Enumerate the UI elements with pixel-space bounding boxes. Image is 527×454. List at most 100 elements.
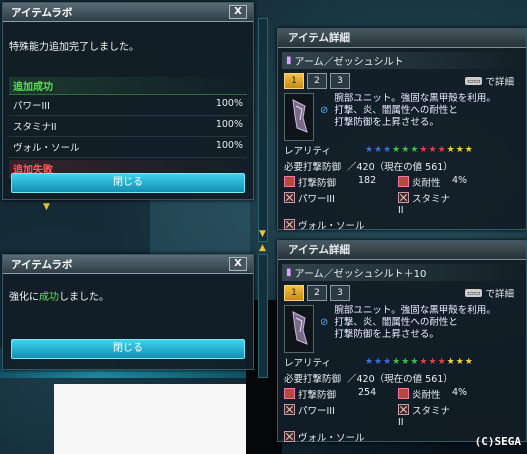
result-message: 特殊能力追加完了しました。 (9, 42, 139, 53)
item-lab-result-panel: アイテムラボ X 特殊能力追加完了しました。 追加成功 パワーIII 100% … (2, 2, 254, 200)
ability-icon (284, 431, 295, 442)
keyboard-key-icon: ▭▭ (465, 289, 483, 297)
close-button[interactable]: 閉じる (11, 339, 245, 359)
tab-2[interactable]: 2 (307, 285, 327, 301)
rarity-row: レアリティ ★ ★ ★ ★ ★ ★ ★ ★ ★ ★ ★ ★ (284, 355, 520, 369)
ability-icon (284, 219, 295, 230)
scroll-down-arrow-icon[interactable]: ▼ (43, 203, 50, 212)
rarity-star-icon: ★ (401, 145, 410, 155)
rarity-stars: ★ ★ ★ ★ ★ ★ ★ ★ ★ ★ ★ ★ (365, 145, 473, 155)
tab-1[interactable]: 1 (284, 285, 304, 301)
requirement-row: 必要打撃防御 ／420（現在の値 561） (284, 371, 520, 385)
ability-label: スタミナII (398, 192, 451, 216)
detail-link[interactable]: ▭▭ で詳細 (465, 286, 514, 300)
message-post: しました。 (59, 292, 109, 303)
ability-name: パワーIII (13, 101, 50, 112)
item-lab-grind-panel: アイテムラボ X 強化に成功しました。 閉じる (2, 254, 254, 370)
success-header: 追加成功 (9, 77, 247, 95)
ability-icon (284, 404, 295, 415)
tab-2[interactable]: 2 (307, 73, 327, 89)
close-button[interactable]: 閉じる (11, 173, 245, 193)
rarity-star-icon: ★ (455, 145, 464, 155)
item-name-row: ▮ アーム／ゼッシュシルト＋10 (282, 264, 522, 281)
list-item: パワーIII 100% (9, 95, 247, 116)
rarity-label: レアリティ (284, 358, 331, 369)
scrollbar-left-2[interactable] (258, 254, 268, 378)
stat-value: 4% (452, 387, 468, 398)
detail-tabs: 1 2 3 ▭▭ で詳細 (284, 285, 520, 301)
rarity-row: レアリティ ★ ★ ★ ★ ★ ★ ★ ★ ★ ★ ★ ★ (284, 143, 520, 157)
item-name: アーム／ゼッシュシルト＋10 (294, 269, 427, 280)
rarity-star-icon: ★ (437, 145, 446, 155)
ability-name: ヴォル・ソール (13, 143, 80, 154)
unit-type-icon: ⊘ (320, 317, 329, 328)
strike-defense-icon (284, 388, 295, 399)
unit-type-icon: ⊘ (320, 105, 329, 116)
panel-title: アイテムラボ (11, 258, 73, 271)
detail-link-label: で詳細 (485, 77, 514, 88)
item-detail-panel: アイテム詳細 ▮ アーム／ゼッシュシルト 1 2 3 ▭▭ で詳細 ⊘ 腕部ユニ… (277, 28, 527, 232)
panel-titlebar: アイテムラボ X (3, 255, 253, 274)
stat-value (358, 191, 398, 216)
scrollbar-left-1[interactable] (258, 18, 268, 242)
keyboard-key-icon: ▭▭ (465, 77, 483, 85)
ability-rate: 100% (215, 98, 243, 109)
rarity-star-icon: ★ (428, 145, 437, 155)
detail-link-label: で詳細 (485, 289, 514, 300)
detail-tabs: 1 2 3 ▭▭ で詳細 (284, 73, 520, 89)
tab-3[interactable]: 3 (330, 285, 350, 301)
rarity-star-icon: ★ (383, 145, 392, 155)
message-pre: 強化に (9, 292, 39, 303)
detail-header: アイテム詳細 (278, 29, 526, 48)
rarity-star-icon: ★ (364, 357, 374, 367)
stat-value: 182 (358, 175, 377, 186)
strike-defense-icon (284, 176, 295, 187)
description-line: 打撃、炎、闇属性への耐性と (334, 105, 458, 116)
rarity-star-icon: ★ (392, 145, 401, 155)
description-line: 腕部ユニット。強固な黒甲殻を利用。 (334, 305, 496, 316)
rarity-star-icon: ★ (410, 357, 419, 367)
list-item: ヴォル・ソール 100% (9, 137, 247, 158)
rarity-star-icon: ★ (374, 357, 383, 367)
ability-label: ヴォル・ソール (284, 430, 398, 444)
ability-rate: 100% (215, 140, 243, 151)
requirement-row: 必要打撃防御 ／420（現在の値 561） (284, 159, 520, 173)
scroll-down-arrow-icon-2[interactable]: ▼ (259, 230, 266, 239)
rarity-label: レアリティ (284, 146, 331, 157)
rarity-star-icon: ★ (437, 357, 446, 367)
rarity-star-icon: ★ (446, 357, 455, 367)
fire-resist-icon (398, 176, 409, 187)
item-description: 腕部ユニット。強固な黒甲殻を利用。 打撃、炎、闇属性への耐性と 打撃防御を上昇さ… (334, 93, 495, 141)
ability-icon (284, 192, 295, 203)
scroll-up-arrow-icon-2[interactable]: ▲ (259, 244, 266, 253)
rarity-star-icon: ★ (374, 145, 383, 155)
stat-label: 打撃防御 (284, 387, 358, 401)
detail-link[interactable]: ▭▭ で詳細 (465, 74, 514, 88)
list-item: スタミナII 100% (9, 116, 247, 137)
description-line: 打撃防御を上昇させる。 (334, 329, 439, 340)
message-highlight: 成功 (39, 292, 59, 303)
item-detail-panel-grinded: アイテム詳細 ▮ アーム／ゼッシュシルト＋10 1 2 3 ▭▭ で詳細 ⊘ 腕… (277, 240, 527, 444)
close-icon[interactable]: X (229, 5, 247, 19)
ability-label: スタミナII (398, 404, 451, 428)
description-line: 打撃、炎、闇属性への耐性と (334, 317, 458, 328)
requirement-value: ／420（現在の値 561） (347, 162, 453, 173)
requirement-label: 必要打撃防御 (284, 374, 342, 385)
requirement-value: ／420（現在の値 561） (347, 374, 453, 385)
tab-3[interactable]: 3 (330, 73, 350, 89)
rarity-star-icon: ★ (419, 357, 428, 367)
stat-value (452, 403, 492, 428)
tab-1[interactable]: 1 (284, 73, 304, 89)
arm-unit-icon: ▮ (286, 267, 292, 278)
rarity-star-icon: ★ (464, 357, 473, 367)
stat-label: 炎耐性 (398, 175, 452, 189)
copyright-text: (C)SEGA (474, 435, 521, 448)
close-icon[interactable]: X (229, 257, 247, 271)
rarity-star-icon: ★ (364, 145, 374, 155)
requirement-label: 必要打撃防御 (284, 162, 342, 173)
ability-name: スタミナII (13, 122, 57, 133)
item-name: アーム／ゼッシュシルト (294, 57, 404, 68)
scene-structure (150, 200, 250, 260)
rarity-star-icon: ★ (419, 145, 428, 155)
stat-label: 打撃防御 (284, 175, 358, 189)
